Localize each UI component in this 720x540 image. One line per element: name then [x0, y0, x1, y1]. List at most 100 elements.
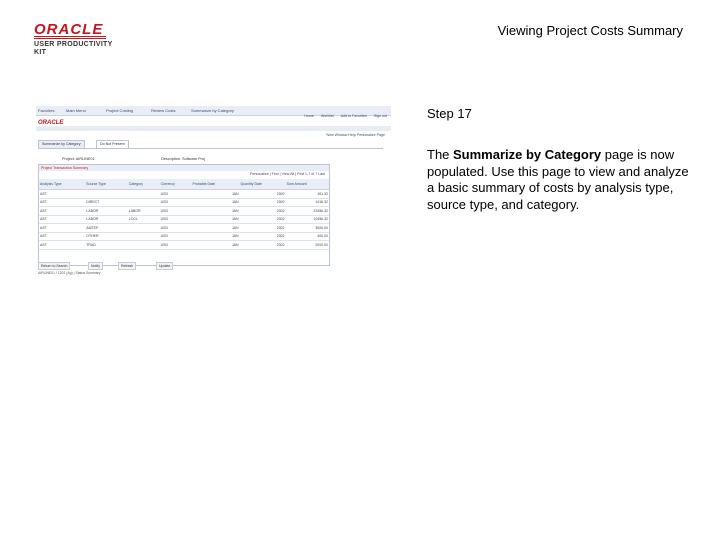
table-cell: JAN	[191, 223, 240, 233]
table-cell: AST	[39, 206, 86, 216]
table-cell: JAN	[191, 189, 240, 199]
table-cell: AMTEP	[85, 223, 128, 233]
col-analysis-type[interactable]: Analysis Type	[39, 179, 86, 190]
col-source-type[interactable]: Source Type	[85, 179, 128, 190]
grid-title: Project Transaction Summary	[39, 165, 329, 171]
table-row[interactable]: AST USD JAN 2002 161.32	[39, 189, 329, 199]
table-cell: USD	[159, 198, 192, 207]
table-cell: OTHER	[85, 232, 128, 241]
table-cell	[85, 189, 128, 199]
add-favorites-link[interactable]: Add to Favorites	[341, 114, 367, 118]
page-utility-links[interactable]: New Window Help Personalize Page	[326, 133, 385, 137]
step-description: The Summarize by Category page is now po…	[427, 147, 692, 213]
table-cell	[127, 198, 160, 207]
refresh-button[interactable]: Refresh	[118, 262, 137, 270]
table-cell: AST	[39, 240, 86, 250]
table-row[interactable]: AST DIRECT USD JAN 2002 1416.32	[39, 198, 329, 207]
table-cell: 2000.00	[285, 240, 329, 250]
return-to-search-button[interactable]: Return to Search	[38, 262, 71, 270]
tab-divider	[38, 148, 383, 149]
grid-navigation[interactable]: Personalize | Find | View All | First 1-…	[250, 172, 325, 176]
nav-item-favorites[interactable]: Favorites	[38, 108, 54, 113]
description-field: Description: Software Proj	[161, 157, 205, 161]
table-cell: AST	[39, 223, 86, 233]
table-cell: AST	[39, 215, 86, 224]
table-cell: USD	[159, 189, 192, 199]
table-cell: TRAD	[85, 240, 128, 250]
table-cell: JAN	[191, 198, 240, 207]
description-bold-term: Summarize by Category	[453, 147, 602, 162]
table-cell: AST	[39, 189, 86, 199]
table-cell: DIRECT	[85, 198, 128, 207]
description-prefix: The	[427, 147, 454, 162]
sign-out-link[interactable]: Sign out	[374, 114, 387, 118]
table-cell: 2002	[239, 232, 286, 241]
col-currency[interactable]: Currency	[159, 179, 192, 190]
table-cell: 1416.32	[285, 198, 329, 207]
nav-item-review-costs[interactable]: Review Costs	[151, 108, 175, 113]
col-category[interactable]: Category	[127, 179, 160, 190]
nav-item-main-menu[interactable]: Main Menu	[66, 108, 86, 113]
table-cell: AST	[39, 198, 86, 207]
application-screenshot: Favorites Main Menu Project Costing Revi…	[36, 106, 391, 278]
table-row[interactable]: AST OTHER USD JAN 2002 400.00	[39, 232, 329, 241]
table-cell: USD	[159, 215, 192, 224]
col-probable-date[interactable]: Probable Date	[191, 179, 240, 190]
table-cell: 2002	[239, 240, 286, 250]
table-cell	[127, 240, 160, 250]
table-cell: LABOR	[85, 215, 128, 224]
table-cell	[127, 189, 160, 199]
table-cell: 2002	[239, 206, 286, 216]
table-cell: 2002	[239, 223, 286, 233]
table-cell: JAN	[191, 206, 240, 216]
table-cell: LOCL	[127, 215, 160, 224]
table-cell: 3000.00	[285, 223, 329, 233]
summary-table: Analysis Type Source Type Category Curre…	[39, 179, 329, 250]
logo-divider	[34, 36, 106, 39]
table-row[interactable]: AST AMTEP USD JAN 2002 3000.00	[39, 223, 329, 233]
table-header-row: Analysis Type Source Type Category Curre…	[39, 179, 329, 190]
table-cell: JAN	[191, 240, 240, 250]
table-cell: JAN	[191, 232, 240, 241]
table-cell: LABOR	[85, 206, 128, 216]
table-row[interactable]: AST LABOR LABOR USD JAN 2002 23456.32	[39, 206, 329, 216]
home-link[interactable]: Home	[304, 114, 314, 118]
sub-header-bar	[36, 126, 391, 131]
table-cell: USD	[159, 232, 192, 241]
table-cell	[127, 232, 160, 241]
project-value: AIRLINE01	[75, 157, 95, 161]
transaction-summary-grid: Project Transaction Summary Personalize …	[38, 164, 330, 266]
table-cell: 2002	[239, 198, 286, 207]
table-cell: 10456.32	[285, 215, 329, 224]
update-button[interactable]: Update	[156, 262, 174, 270]
table-cell: 23456.32	[285, 206, 329, 216]
table-row[interactable]: AST TRAD USD JAN 2002 2000.00	[39, 240, 329, 250]
table-cell: USD	[159, 206, 192, 216]
table-row[interactable]: AST LABOR LOCL USD JAN 2002 10456.32	[39, 215, 329, 224]
table-cell: USD	[159, 223, 192, 233]
col-sum-amount[interactable]: Sum Amount	[285, 179, 329, 190]
table-cell: LABOR	[127, 206, 160, 216]
step-number: Step 17	[427, 106, 472, 121]
table-cell: 400.00	[285, 232, 329, 241]
header-links: Home Worklist Add to Favorites Sign out	[298, 114, 387, 118]
description-value: Software Proj	[182, 157, 205, 161]
status-footer: AIRLINE01 / 1202 (Ag) | Status Summary	[38, 271, 101, 275]
nav-item-summarize[interactable]: Summarize by Category	[191, 108, 234, 113]
description-label: Description:	[161, 157, 182, 161]
nav-item-project-costing[interactable]: Project Costing	[106, 108, 133, 113]
table-cell: JAN	[191, 215, 240, 224]
worklist-link[interactable]: Worklist	[321, 114, 334, 118]
table-cell: 2002	[239, 189, 286, 199]
page-title: Viewing Project Costs Summary	[497, 23, 683, 38]
table-cell	[127, 223, 160, 233]
table-cell: USD	[159, 240, 192, 250]
col-quantity-date[interactable]: Quantity Date	[239, 179, 286, 190]
notify-button[interactable]: Notify	[88, 262, 103, 270]
project-field: Project: AIRLINE01	[62, 157, 95, 161]
table-cell: AST	[39, 232, 86, 241]
logo-brand: ORACLE	[34, 21, 104, 38]
project-label: Project:	[62, 157, 75, 161]
table-cell: 161.32	[285, 189, 329, 199]
table-cell: 2002	[239, 215, 286, 224]
